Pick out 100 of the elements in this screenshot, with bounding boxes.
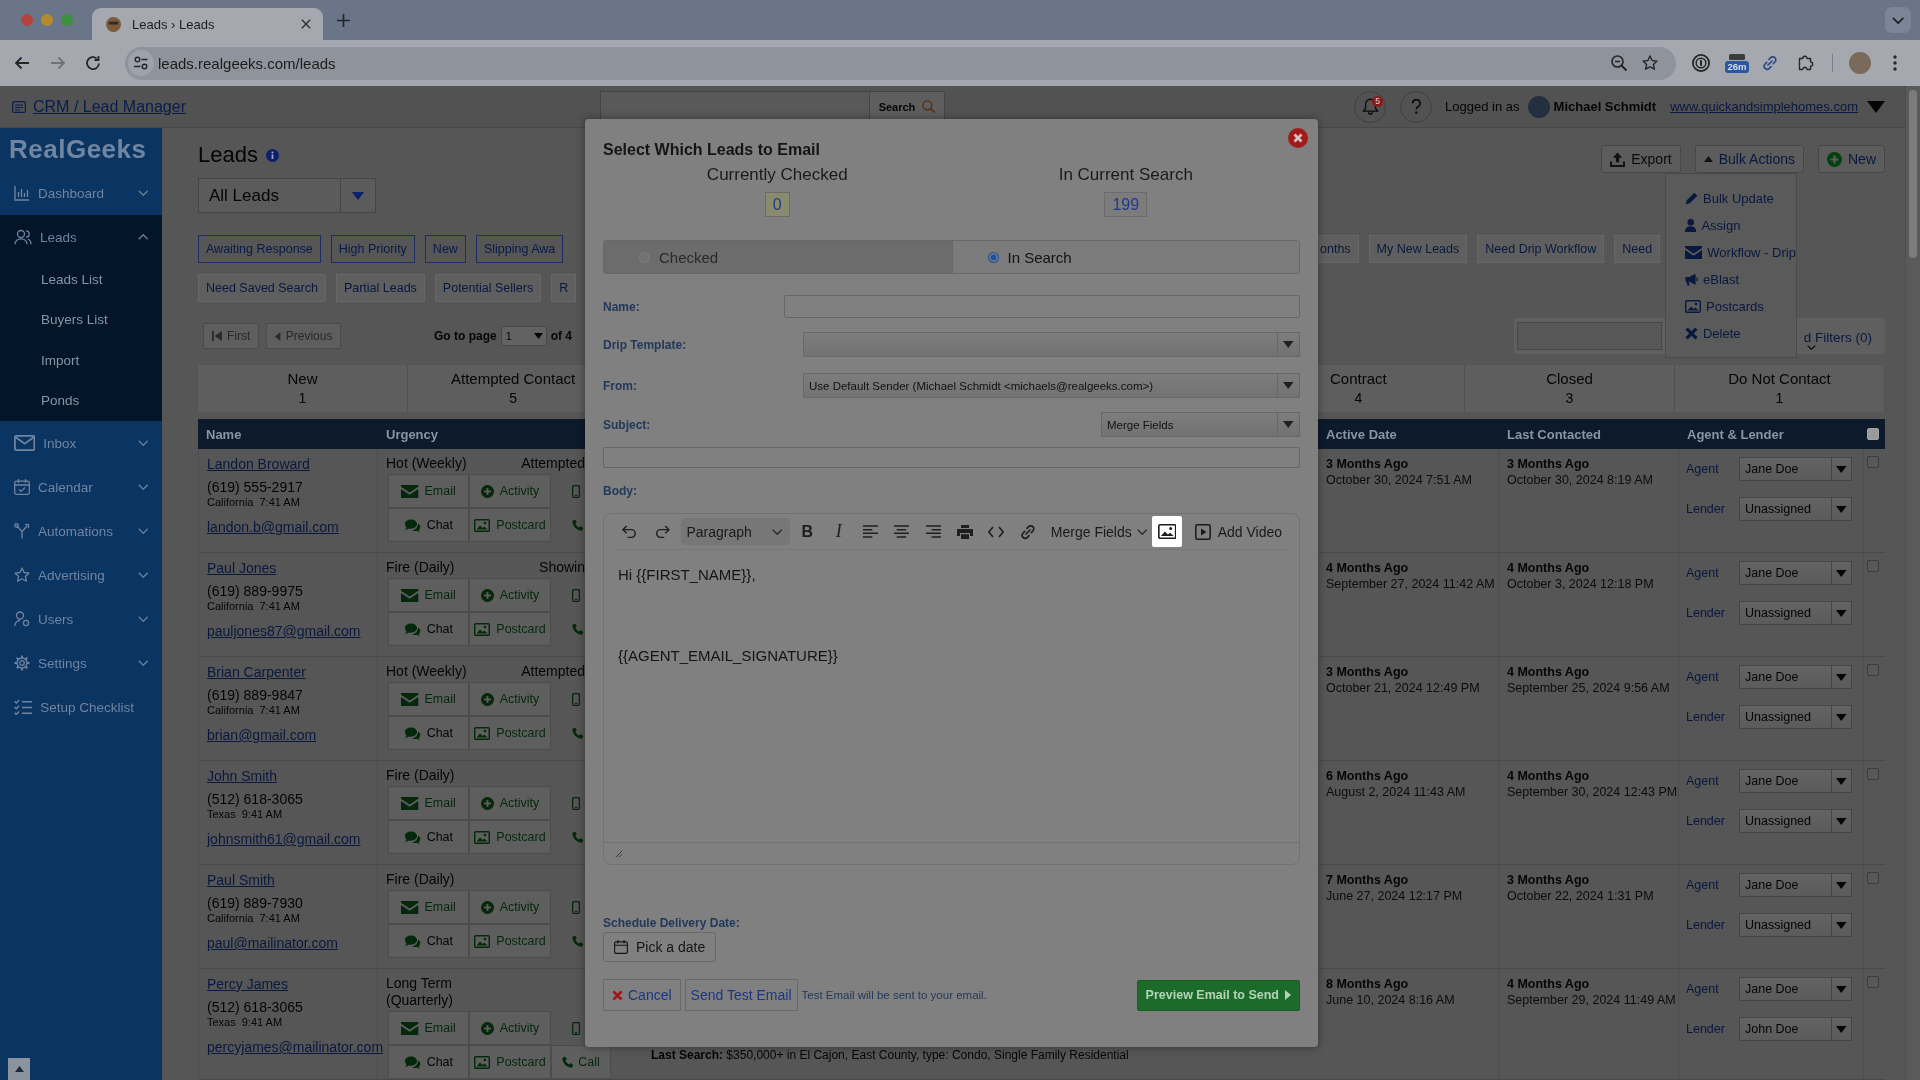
agent-select[interactable]: Jane Doe [1739, 561, 1852, 585]
email-button[interactable]: Email [388, 474, 469, 508]
merge-fields-dropdown[interactable]: Merge Fields [1044, 523, 1148, 540]
filter-button[interactable]: R [551, 274, 577, 302]
lead-name-link[interactable]: John Smith [207, 768, 278, 784]
filters-button[interactable]: d Filters (0) [1803, 322, 1872, 350]
activity-button[interactable]: Activity [469, 578, 551, 612]
row-checkbox[interactable] [1867, 560, 1879, 572]
menu-item[interactable]: Postcards [1685, 293, 1796, 320]
email-link[interactable]: johnsmith61@gmail.com [207, 831, 361, 847]
postcard-button[interactable]: Postcard [469, 716, 551, 750]
mobile-icon[interactable] [572, 588, 581, 602]
export-button[interactable]: Export [1601, 145, 1681, 173]
info-icon[interactable] [265, 148, 279, 162]
email-button[interactable]: Email [388, 682, 469, 716]
close-icon[interactable] [1288, 128, 1308, 148]
forward-icon[interactable] [50, 56, 66, 70]
bulk-actions-button[interactable]: Bulk Actions [1694, 145, 1804, 173]
chat-button[interactable]: Chat [388, 612, 469, 646]
caret-down-icon[interactable] [1867, 100, 1885, 113]
postcard-button[interactable]: Postcard [469, 1045, 551, 1079]
sidebar-item[interactable]: Settings [0, 641, 162, 685]
browser-tab[interactable]: Leads › Leads [92, 8, 323, 40]
close-icon[interactable] [301, 19, 311, 29]
link-icon[interactable] [1762, 55, 1778, 71]
lead-name-link[interactable]: Landon Broward [207, 456, 310, 472]
email-button[interactable]: Email [388, 890, 469, 924]
phone-icon[interactable] [572, 935, 584, 947]
filter-button[interactable]: Need Saved Search [198, 274, 326, 302]
phone-icon[interactable] [572, 831, 584, 843]
recipient-option[interactable]: In Search [951, 241, 1299, 273]
activity-button[interactable]: Activity [469, 474, 551, 508]
lead-name-link[interactable]: Paul Smith [207, 872, 275, 888]
paragraph-select[interactable]: Paragraph [680, 518, 791, 545]
merge-fields-select[interactable]: Merge Fields [1101, 412, 1300, 437]
postcard-button[interactable]: Postcard [469, 612, 551, 646]
row-checkbox[interactable] [1867, 976, 1879, 988]
select-all-checkbox[interactable] [1867, 428, 1879, 440]
puzzle-icon[interactable] [1798, 55, 1814, 71]
activity-button[interactable]: Activity [469, 890, 551, 924]
address-bar[interactable]: leads.realgeeks.com/leads [125, 46, 1676, 80]
scrollbar-thumb[interactable] [1909, 90, 1917, 258]
extension-badge[interactable]: 26m [1725, 60, 1749, 73]
cancel-button[interactable]: Cancel [603, 979, 681, 1011]
menu-item[interactable]: eBlast [1685, 266, 1796, 293]
chat-button[interactable]: Chat [388, 820, 469, 854]
sidebar-item[interactable]: Calendar [0, 465, 162, 509]
lender-select[interactable]: Unassigned [1739, 705, 1852, 729]
lender-select[interactable]: Unassigned [1739, 913, 1852, 937]
sidebar-subitem[interactable]: Buyers List [0, 299, 162, 340]
row-checkbox[interactable] [1867, 872, 1879, 884]
status-tab[interactable]: New 1 [198, 365, 408, 412]
redo-icon[interactable] [655, 525, 670, 538]
status-tab[interactable]: Attempted Contact 5 [408, 365, 585, 412]
lender-select[interactable]: Unassigned [1739, 809, 1852, 833]
filter-button[interactable]: onths [1318, 235, 1359, 263]
filter-button[interactable]: My New Leads [1368, 235, 1468, 263]
undo-icon[interactable] [622, 525, 637, 538]
avatar-icon[interactable] [1849, 52, 1871, 74]
name-input[interactable] [784, 295, 1300, 318]
page-select[interactable]: 1 [500, 326, 547, 346]
align-left-icon[interactable] [862, 525, 878, 538]
mobile-icon[interactable] [572, 692, 581, 706]
tile-icon[interactable] [1729, 53, 1745, 60]
subject-input[interactable] [603, 447, 1300, 468]
plus-icon[interactable] [337, 13, 350, 27]
ring-icon[interactable] [1692, 54, 1710, 72]
sidebar-item[interactable]: Leads [0, 215, 162, 259]
send-test-email-button[interactable]: Send Test Email [684, 979, 798, 1011]
insert-image-button[interactable] [1152, 516, 1182, 547]
filter-button[interactable]: Partial Leads [335, 274, 425, 302]
mobile-icon[interactable] [572, 900, 581, 914]
recipient-option[interactable]: Checked [604, 241, 952, 273]
lender-select[interactable]: John Doe [1739, 1017, 1852, 1041]
reload-icon[interactable] [85, 55, 101, 71]
activity-button[interactable]: Activity [469, 682, 551, 716]
filter-button[interactable]: Need Drip Workflow [1477, 235, 1605, 263]
postcard-button[interactable]: Postcard [469, 924, 551, 958]
sidebar-item[interactable]: Inbox [0, 421, 162, 465]
activity-button[interactable]: Activity [469, 1011, 551, 1045]
date-picker-button[interactable]: Pick a date [603, 932, 717, 962]
more-icon[interactable] [1893, 55, 1897, 71]
code-icon[interactable] [988, 525, 1005, 538]
align-center-icon[interactable] [894, 525, 910, 538]
agent-select[interactable]: Jane Doe [1739, 457, 1852, 481]
bold-button[interactable]: B [792, 516, 823, 547]
menu-item[interactable]: Delete [1685, 320, 1796, 347]
email-link[interactable]: pauljones87@gmail.com [207, 623, 361, 639]
menu-item[interactable]: Bulk Update [1685, 185, 1796, 212]
mobile-icon[interactable] [572, 1021, 581, 1035]
lender-select[interactable]: Unassigned [1739, 601, 1852, 625]
search-field[interactable] [1517, 322, 1662, 350]
agent-select[interactable]: Jane Doe [1739, 873, 1852, 897]
agent-select[interactable]: Jane Doe [1739, 769, 1852, 793]
italic-button[interactable]: I [823, 516, 854, 547]
postcard-button[interactable]: Postcard [469, 820, 551, 854]
lead-name-link[interactable]: Paul Jones [207, 560, 277, 576]
sidebar-item[interactable]: Automations [0, 509, 162, 553]
view-select[interactable]: All Leads [198, 178, 376, 213]
activity-button[interactable]: Activity [469, 786, 551, 820]
